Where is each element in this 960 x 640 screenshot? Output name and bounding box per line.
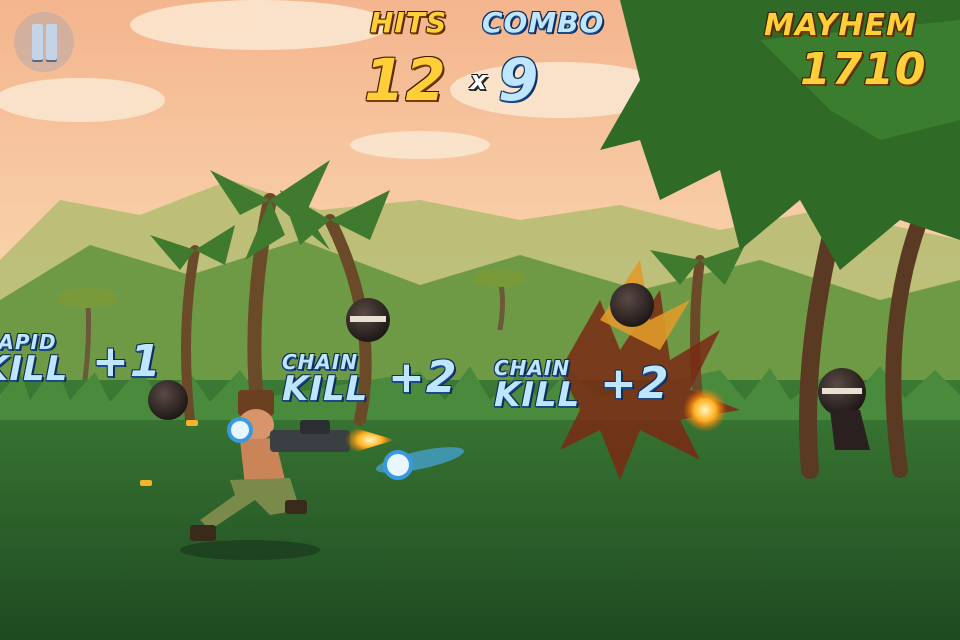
game-scene <box>0 0 960 640</box>
kill-popup: CHAIN KILL +2 <box>494 358 668 415</box>
popup-line2: KILL <box>494 375 581 415</box>
kill-popup: RAPID KILL +1 <box>0 332 160 389</box>
popup-bonus: +1 <box>92 336 162 387</box>
pause-button[interactable] <box>14 12 74 72</box>
multiplier-sign: x <box>470 66 488 96</box>
hits-value: 12 <box>364 46 447 114</box>
mayhem-label: MAYHEM <box>764 8 917 43</box>
popup-line2: KILL <box>0 349 69 389</box>
kill-popup: CHAIN KILL +2 <box>282 352 456 409</box>
popup-line2: KILL <box>282 369 369 409</box>
mayhem-score: 1710 <box>800 44 927 95</box>
popup-bonus: +2 <box>600 358 670 409</box>
combo-value: 9 <box>498 46 540 114</box>
popup-bonus: +2 <box>388 352 458 403</box>
shadow <box>180 540 320 560</box>
combo-label: COMBO <box>482 6 605 39</box>
hits-label: HITS <box>370 6 448 39</box>
